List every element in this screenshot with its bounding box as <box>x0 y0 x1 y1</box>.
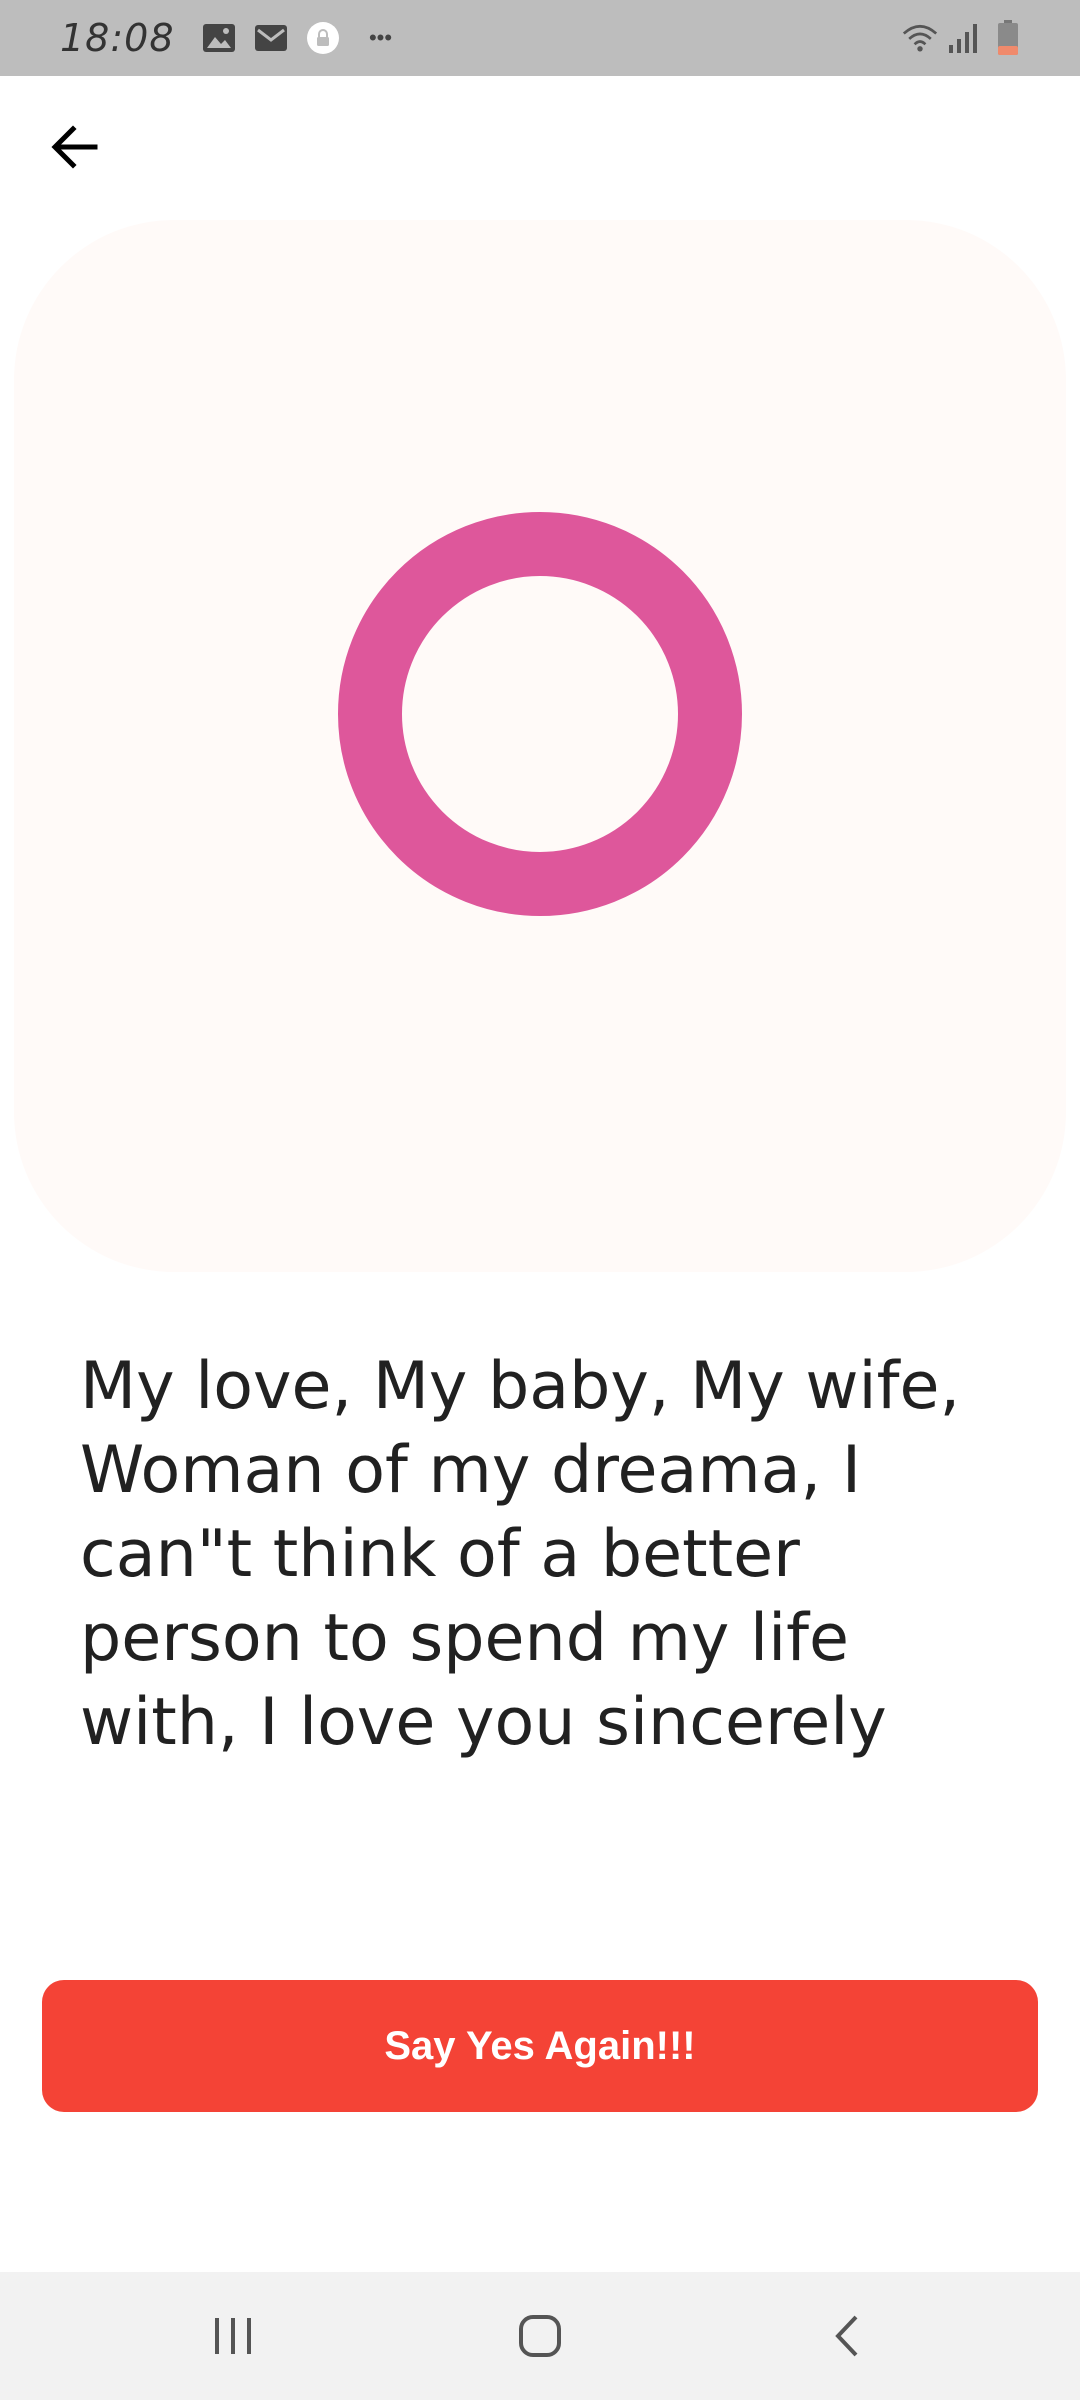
home-button[interactable] <box>480 2286 600 2386</box>
recent-apps-icon <box>215 2318 252 2354</box>
recent-apps-button[interactable] <box>173 2286 293 2386</box>
system-icons <box>902 20 1026 56</box>
signal-icon <box>946 20 982 56</box>
status-time: 18:08 <box>60 16 175 60</box>
love-message: My love, My baby, My wife, Woman of my d… <box>80 1349 961 1760</box>
battery-icon <box>990 20 1026 56</box>
hero-card <box>14 220 1066 1272</box>
more-dots-icon: ••• <box>368 25 393 50</box>
navigation-bar <box>0 2272 1080 2400</box>
arrow-left-icon <box>51 125 98 169</box>
back-icon <box>834 2315 858 2357</box>
say-yes-again-button[interactable]: Say Yes Again!!! <box>42 1980 1038 2112</box>
image-icon <box>201 20 237 56</box>
wifi-icon <box>902 20 938 56</box>
ring-icon <box>338 512 742 916</box>
back-button[interactable] <box>40 112 110 182</box>
notification-icons: ••• <box>201 20 405 56</box>
lock-badge-icon <box>305 20 341 56</box>
status-bar: 18:08 ••• <box>0 0 1080 76</box>
mail-icon <box>253 20 289 56</box>
home-icon <box>518 2315 561 2357</box>
nav-back-button[interactable] <box>787 2286 907 2386</box>
